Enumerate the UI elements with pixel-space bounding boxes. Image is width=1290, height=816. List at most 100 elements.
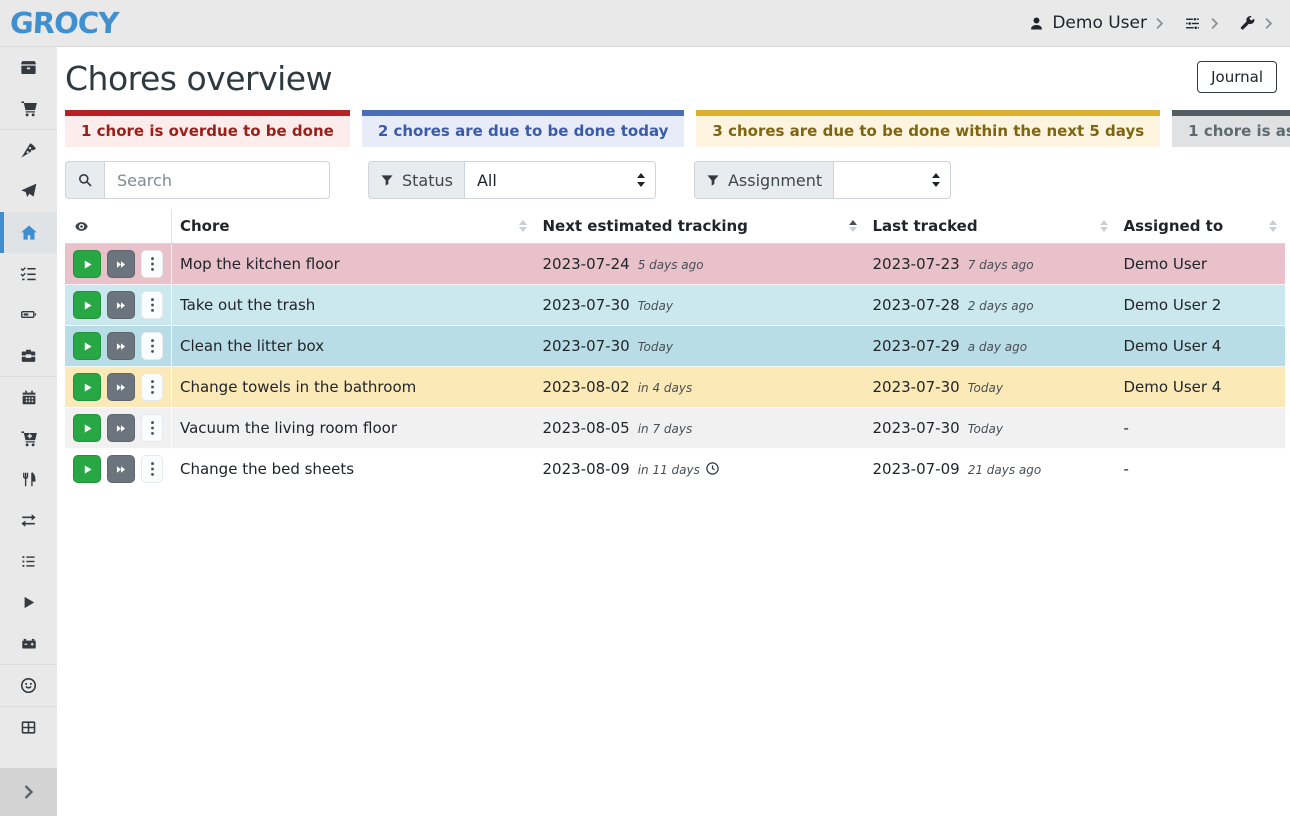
assignment-filter-addon: Assignment (694, 161, 833, 199)
banner-due-soon[interactable]: 3 chores are due to be done within the n… (696, 110, 1160, 147)
sidebar-item-paper-plane[interactable] (0, 171, 57, 212)
play-icon (81, 340, 94, 353)
skip-chore-button[interactable] (107, 250, 135, 278)
paper-plane-icon (19, 182, 38, 201)
sidebar-item-toolbox[interactable] (0, 335, 57, 376)
track-chore-button[interactable] (73, 373, 101, 401)
chevron-right-icon (1263, 17, 1274, 30)
last-tracked-cell: 2023-07-237 days ago (865, 244, 1116, 285)
skip-chore-button[interactable] (107, 373, 135, 401)
table-row: Take out the trash 2023-07-30Today 2023-… (65, 285, 1285, 326)
fast-forward-icon (114, 381, 128, 394)
journal-button[interactable]: Journal (1197, 61, 1277, 93)
car-battery-icon (19, 635, 39, 652)
sidebar-item-utensils[interactable] (0, 459, 57, 500)
banner-assigned-to-me[interactable]: 1 chore is assigned to me (1172, 110, 1290, 147)
toolbox-icon (19, 346, 38, 365)
row-menu-button[interactable] (141, 291, 163, 319)
status-filter-select[interactable]: All (464, 161, 656, 199)
sort-icons (1269, 220, 1277, 232)
user-menu[interactable]: Demo User (1028, 13, 1165, 33)
exchange-icon (19, 511, 38, 530)
chore-name-cell: Clean the litter box (172, 326, 535, 367)
column-header-chore[interactable]: Chore (172, 209, 535, 244)
sidebar-collapse-toggle[interactable] (0, 768, 57, 816)
last-tracked-cell: 2023-07-30Today (865, 367, 1116, 408)
shopping-cart-icon (19, 99, 39, 118)
settings-menu[interactable] (1183, 15, 1220, 32)
chevron-right-icon (1154, 17, 1165, 30)
user-menu-label: Demo User (1052, 13, 1147, 33)
fast-forward-icon (114, 463, 128, 476)
sidebar-item-car-battery[interactable] (0, 623, 57, 664)
status-filter-group: Status All (368, 161, 656, 199)
select-caret-icon (636, 173, 646, 187)
chore-name-cell: Change towels in the bathroom (172, 367, 535, 408)
sidebar-item-cart-plus[interactable] (0, 418, 57, 459)
utensils-icon (20, 470, 38, 489)
sidebar-item-tasks[interactable] (0, 253, 57, 294)
row-menu-button[interactable] (141, 373, 163, 401)
sliders-icon (1183, 15, 1202, 32)
sidebar-item-smiley[interactable] (0, 665, 57, 706)
assignment-filter-select[interactable] (833, 161, 951, 199)
next-tracking-cell: 2023-07-30Today (535, 326, 865, 367)
skip-chore-button[interactable] (107, 291, 135, 319)
ellipsis-vertical-icon (150, 379, 155, 395)
track-chore-button[interactable] (73, 291, 101, 319)
track-chore-button[interactable] (73, 332, 101, 360)
sidebar-item-exchange[interactable] (0, 500, 57, 541)
sidebar-item-box[interactable] (0, 47, 57, 88)
column-header-last-tracked[interactable]: Last tracked (865, 209, 1116, 244)
track-chore-button[interactable] (73, 455, 101, 483)
grocy-logo[interactable]: GROCY (9, 6, 119, 40)
sidebar-group-user (0, 664, 57, 706)
skip-chore-button[interactable] (107, 414, 135, 442)
banner-overdue[interactable]: 1 chore is overdue to be done (65, 110, 350, 147)
column-header-next-tracking[interactable]: Next estimated tracking (535, 209, 865, 244)
navbar-right: Demo User (1028, 13, 1274, 33)
track-chore-button[interactable] (73, 250, 101, 278)
admin-menu[interactable] (1238, 14, 1274, 32)
column-header-assigned-to[interactable]: Assigned to (1116, 209, 1286, 244)
sidebar-item-calendar[interactable] (0, 377, 57, 418)
ellipsis-vertical-icon (150, 420, 155, 436)
next-tracking-cell: 2023-08-09in 11 days (535, 449, 865, 490)
skip-chore-button[interactable] (107, 332, 135, 360)
row-menu-button[interactable] (141, 332, 163, 360)
tasks-icon (19, 264, 38, 283)
row-menu-button[interactable] (141, 455, 163, 483)
sidebar-item-home-active[interactable] (0, 212, 57, 253)
row-menu-button[interactable] (141, 250, 163, 278)
cart-plus-icon (19, 429, 39, 448)
search-group (65, 161, 330, 199)
skip-chore-button[interactable] (107, 455, 135, 483)
banner-due-today[interactable]: 2 chores are due to be done today (362, 110, 685, 147)
last-tracked-cell: 2023-07-282 days ago (865, 285, 1116, 326)
play-icon (81, 299, 94, 312)
ellipsis-vertical-icon (150, 297, 155, 313)
play-icon (20, 594, 37, 611)
sidebar-item-play[interactable] (0, 582, 57, 623)
chore-name-cell: Vacuum the living room floor (172, 408, 535, 449)
chore-name-cell: Take out the trash (172, 285, 535, 326)
last-tracked-cell: 2023-07-29a day ago (865, 326, 1116, 367)
assigned-to-cell: Demo User 2 (1116, 285, 1286, 326)
sidebar-group-data (0, 706, 57, 748)
sidebar-item-battery[interactable] (0, 294, 57, 335)
sidebar-item-table[interactable] (0, 707, 57, 748)
row-menu-button[interactable] (141, 414, 163, 442)
column-visibility-header[interactable] (65, 209, 172, 244)
next-tracking-cell: 2023-08-02in 4 days (535, 367, 865, 408)
sidebar-item-pizza[interactable] (0, 130, 57, 171)
calendar-icon (20, 388, 38, 407)
home-icon (23, 223, 39, 243)
table-row: Change the bed sheets 2023-08-09in 11 da… (65, 449, 1285, 490)
eye-icon (73, 219, 163, 234)
ellipsis-vertical-icon (150, 338, 155, 354)
track-chore-button[interactable] (73, 414, 101, 442)
sidebar-group-kitchen (0, 129, 57, 376)
sidebar-item-shopping-cart[interactable] (0, 88, 57, 129)
sidebar-item-list[interactable] (0, 541, 57, 582)
search-input[interactable] (104, 161, 330, 199)
